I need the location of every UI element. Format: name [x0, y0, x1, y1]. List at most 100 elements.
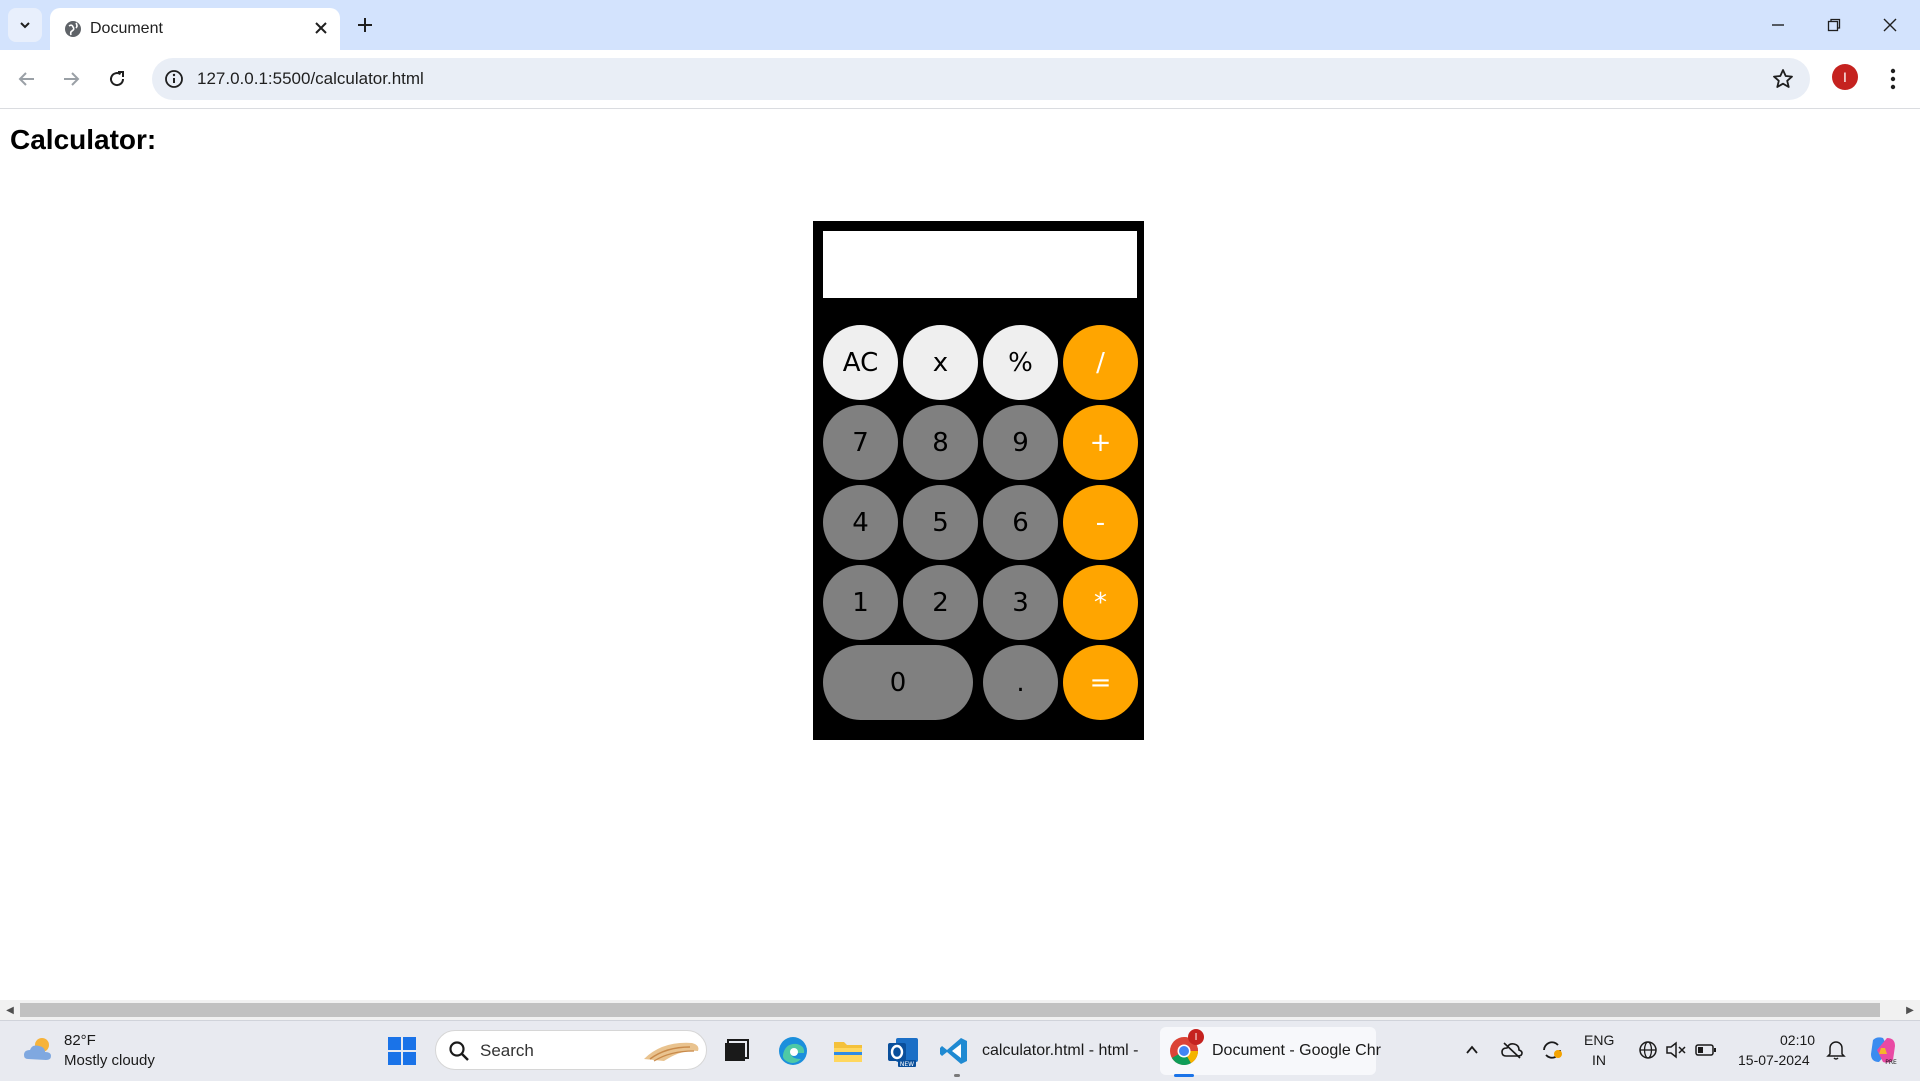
scroll-left-arrow-icon[interactable]: ◀	[4, 1004, 16, 1016]
restore-button[interactable]	[1806, 0, 1862, 50]
key-2-button[interactable]: 2	[903, 565, 978, 640]
site-info-icon[interactable]	[164, 69, 184, 89]
copilot-icon: PRE	[1871, 1037, 1897, 1066]
vscode-taskbar-label: calculator.html - html -	[982, 1042, 1139, 1059]
copilot-pre-badge: PRE	[1885, 1059, 1897, 1066]
search-highlight-art-icon	[644, 1042, 699, 1062]
reload-button[interactable]	[102, 64, 132, 94]
copilot-button[interactable]: PRE	[1866, 1033, 1900, 1067]
key-subtract-button[interactable]: -	[1063, 485, 1138, 560]
running-indicator	[954, 1074, 960, 1077]
window-close-button[interactable]	[1862, 0, 1918, 50]
key-multiply-button[interactable]: *	[1063, 565, 1138, 640]
language-indicator-bottom[interactable]: IN	[1592, 1052, 1606, 1068]
folder-icon	[834, 1042, 862, 1062]
horizontal-scrollbar[interactable]: ◀ ▶	[0, 1000, 1920, 1020]
clock-date[interactable]: 15-07-2024	[1738, 1052, 1810, 1068]
search-placeholder: Search	[480, 1041, 534, 1060]
cloudy-weather-icon[interactable]	[22, 1035, 56, 1065]
language-indicator-top[interactable]: ENG	[1584, 1032, 1614, 1048]
reload-icon	[110, 71, 125, 87]
forward-button[interactable]	[56, 64, 86, 94]
chrome-taskbar-button[interactable]: I Document - Google Chr	[1160, 1027, 1381, 1077]
chevron-up-icon	[1466, 1045, 1478, 1054]
key-9-button[interactable]: 9	[983, 405, 1058, 480]
chrome-taskbar-label: Document - Google Chr	[1212, 1042, 1381, 1059]
key-divide-button[interactable]: /	[1063, 325, 1138, 400]
taskbar-search[interactable]: Search	[435, 1030, 707, 1070]
taskbar: 82°F Mostly cloudy Search NEW calculator…	[0, 1020, 1920, 1081]
key-7-button[interactable]: 7	[823, 405, 898, 480]
vscode-taskbar-button[interactable]: calculator.html - html -	[938, 1027, 1139, 1077]
task-view-button[interactable]	[718, 1033, 754, 1069]
tab-title: Document	[90, 20, 163, 37]
key-4-button[interactable]: 4	[823, 485, 898, 560]
globe-icon	[65, 21, 81, 37]
more-vertical-icon	[1890, 68, 1896, 90]
weather-description[interactable]: Mostly cloudy	[64, 1052, 155, 1069]
plus-icon	[358, 18, 372, 32]
new-tab-button[interactable]	[352, 12, 378, 38]
key-1-button[interactable]: 1	[823, 565, 898, 640]
browser-tab-strip: Document	[0, 0, 1920, 50]
tab-close-button[interactable]	[310, 17, 332, 39]
volume-muted-icon	[1666, 1041, 1686, 1059]
onedrive-tray-button[interactable]	[1500, 1038, 1524, 1062]
arrow-right-icon	[64, 72, 80, 86]
minimize-icon	[1772, 24, 1784, 26]
key-percent-button[interactable]: %	[983, 325, 1058, 400]
sync-icon	[1543, 1041, 1562, 1059]
task-view-icon	[725, 1039, 749, 1061]
page-title: Calculator:	[10, 124, 157, 155]
start-button[interactable]	[384, 1033, 420, 1069]
windows-logo-icon	[388, 1037, 416, 1065]
url-text[interactable]: 127.0.0.1:5500/calculator.html	[197, 69, 424, 89]
tab-search-button[interactable]	[8, 8, 42, 42]
notification-bell-icon	[1826, 1041, 1846, 1060]
weather-temperature[interactable]: 82°F	[64, 1032, 96, 1049]
cloud-offline-icon	[1501, 1042, 1523, 1059]
address-bar[interactable]: 127.0.0.1:5500/calculator.html	[152, 58, 1810, 100]
key-3-button[interactable]: 3	[983, 565, 1058, 640]
key-equals-button[interactable]: =	[1063, 645, 1138, 720]
calculator-display[interactable]	[823, 231, 1137, 298]
chevron-down-icon	[20, 22, 30, 29]
globe-network-icon	[1639, 1041, 1657, 1059]
profile-avatar[interactable]: I	[1832, 64, 1858, 90]
key-clear-button[interactable]: AC	[823, 325, 898, 400]
key-0-button[interactable]: 0	[823, 645, 973, 720]
key-6-button[interactable]: 6	[983, 485, 1058, 560]
active-window-indicator	[1174, 1074, 1194, 1077]
bookmark-star-icon[interactable]	[1772, 68, 1794, 90]
close-icon	[315, 22, 327, 34]
minimize-button[interactable]	[1750, 0, 1806, 50]
network-tray-button[interactable]	[1636, 1038, 1660, 1062]
show-hidden-icons-button[interactable]	[1460, 1038, 1484, 1062]
key-8-button[interactable]: 8	[903, 405, 978, 480]
scrollbar-thumb[interactable]	[20, 1003, 1880, 1017]
browser-menu-button[interactable]	[1880, 64, 1906, 94]
key-backspace-button[interactable]: x	[903, 325, 978, 400]
vscode-icon	[940, 1038, 967, 1064]
file-explorer-button[interactable]	[830, 1033, 866, 1069]
outlook-taskbar-button[interactable]: NEW	[885, 1033, 921, 1069]
chrome-icon-wrap: I	[1168, 1029, 1204, 1067]
active-tab[interactable]: Document	[50, 8, 340, 50]
battery-tray-button[interactable]	[1694, 1038, 1718, 1062]
arrow-left-icon	[18, 72, 34, 86]
restore-icon	[1827, 18, 1841, 32]
clock-time[interactable]: 02:10	[1780, 1032, 1815, 1048]
browser-toolbar: 127.0.0.1:5500/calculator.html I	[0, 50, 1920, 109]
key-add-button[interactable]: +	[1063, 405, 1138, 480]
notifications-button[interactable]	[1824, 1038, 1848, 1062]
edge-browser-icon	[779, 1037, 807, 1065]
chrome-profile-badge: I	[1188, 1029, 1204, 1045]
search-icon	[449, 1041, 469, 1061]
sync-tray-button[interactable]	[1540, 1038, 1564, 1062]
key-5-button[interactable]: 5	[903, 485, 978, 560]
edge-taskbar-button[interactable]	[775, 1033, 811, 1069]
key-decimal-button[interactable]: .	[983, 645, 1058, 720]
scroll-right-arrow-icon[interactable]: ▶	[1904, 1004, 1916, 1016]
back-button[interactable]	[12, 64, 42, 94]
volume-tray-button[interactable]	[1664, 1038, 1688, 1062]
